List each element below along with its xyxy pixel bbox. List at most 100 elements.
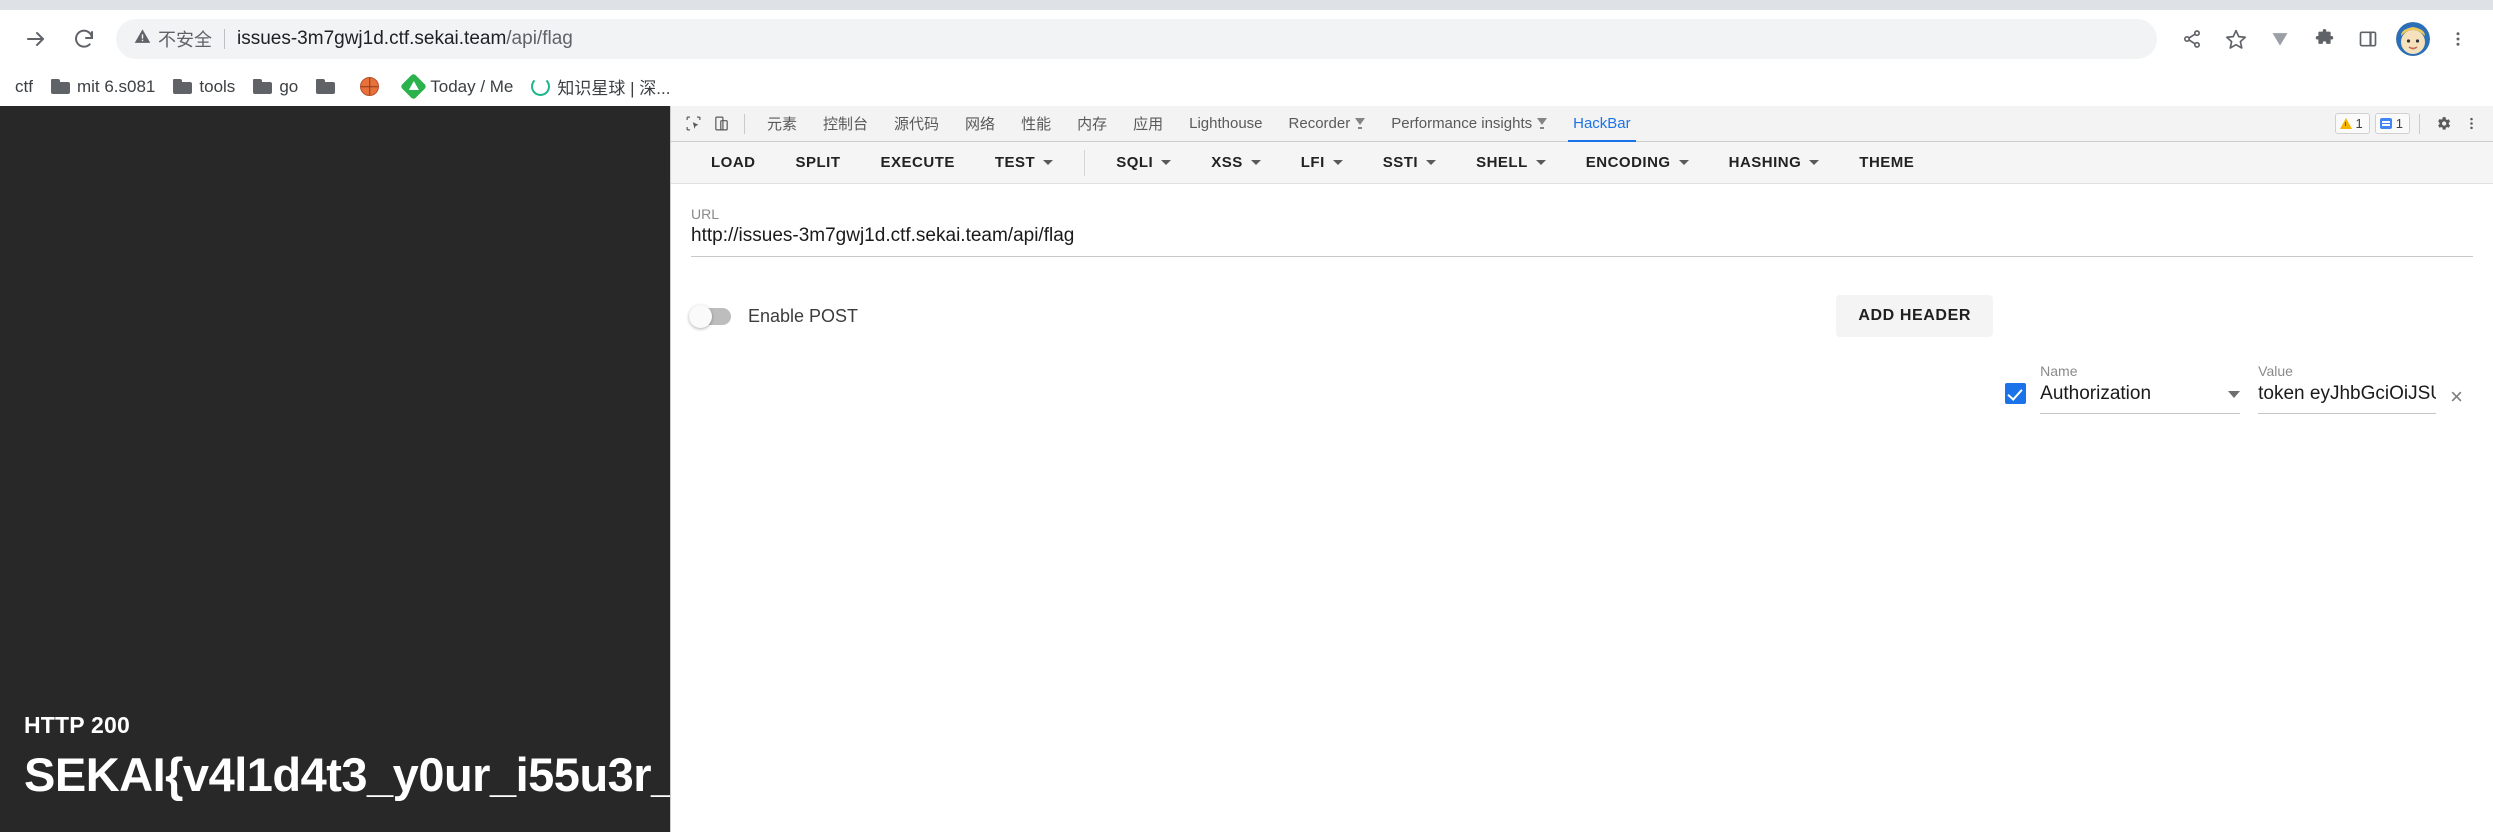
hackbar-execute-button[interactable]: EXECUTE (861, 146, 975, 180)
tab-network[interactable]: 网络 (952, 106, 1008, 142)
experimental-flask-icon (1537, 118, 1548, 129)
hackbar-test-menu[interactable]: TEST (975, 146, 1073, 180)
url-text: issues-3m7gwj1d.ctf.sekai.team/api/flag (237, 28, 573, 50)
side-panel-icon[interactable] (2347, 18, 2389, 60)
tab-performance-insights[interactable]: Performance insights (1378, 106, 1560, 142)
button-label: ENCODING (1585, 154, 1671, 171)
header-name-input[interactable]: Authorization (2040, 383, 2241, 414)
device-toolbar-icon[interactable] (707, 110, 735, 138)
button-label: SSTI (1382, 154, 1419, 171)
gear-icon[interactable] (2429, 110, 2457, 138)
devtools-toolbar-divider (744, 113, 745, 134)
tab-memory[interactable]: 内存 (1064, 106, 1120, 142)
chevron-down-icon (1809, 160, 1820, 165)
share-icon[interactable] (2171, 18, 2213, 60)
header-value-input[interactable]: token eyJhbGciOiJSUzI1NiIsInR (2258, 383, 2437, 414)
header-value-value: token eyJhbGciOiJSUzI1NiIsInR (2258, 383, 2436, 404)
hackbar-body: URL http://issues-3m7gwj1d.ctf.sekai.tea… (671, 184, 2493, 832)
bookmark-item-basketball[interactable] (351, 72, 395, 101)
hackbar-shell-menu[interactable]: SHELL (1456, 146, 1566, 180)
reload-icon[interactable] (62, 17, 106, 61)
message-count-badge[interactable]: 1 (2374, 113, 2410, 134)
folder-icon (173, 79, 193, 94)
zsxq-icon (531, 77, 551, 96)
chevron-down-icon[interactable] (2228, 390, 2241, 398)
main-split: HTTP 200 SEKAI{v4l1d4t3_y0ur_i55u3r_plz}… (0, 106, 2493, 832)
bookmark-star-icon[interactable] (2215, 18, 2257, 60)
hackbar-encoding-menu[interactable]: ENCODING (1566, 146, 1709, 180)
add-header-button[interactable]: ADD HEADER (1836, 295, 1993, 337)
tab-sources[interactable]: 源代码 (881, 106, 952, 142)
url-field-group: URL http://issues-3m7gwj1d.ctf.sekai.tea… (691, 206, 2473, 257)
http-status-text: HTTP 200 (24, 712, 130, 738)
site-security-indicator[interactable]: 不安全 (134, 26, 212, 52)
hackbar-load-button[interactable]: LOAD (691, 146, 776, 180)
tab-console[interactable]: 控制台 (810, 106, 881, 142)
tab-elements[interactable]: 元素 (754, 106, 810, 142)
tab-hackbar[interactable]: HackBar (1560, 106, 1644, 142)
tab-recorder[interactable]: Recorder (1276, 106, 1379, 142)
bookmark-folder-mit[interactable]: mit 6.s081 (42, 72, 164, 102)
warning-triangle-icon (134, 28, 151, 50)
url-input[interactable]: http://issues-3m7gwj1d.ctf.sekai.team/ap… (691, 225, 2473, 257)
hackbar-split-button[interactable]: SPLIT (776, 146, 861, 180)
chevron-down-icon (1250, 160, 1261, 165)
tab-label: 元素 (767, 116, 798, 133)
hackbar-xss-menu[interactable]: XSS (1191, 146, 1281, 180)
chevron-down-icon (1332, 160, 1343, 165)
vimium-extension-icon[interactable] (2259, 18, 2301, 60)
remove-header-icon[interactable]: × (2450, 386, 2463, 408)
button-label: THEME (1859, 154, 1915, 171)
bookmark-folder-unnamed[interactable] (307, 74, 351, 99)
feedly-icon (400, 73, 428, 100)
devtools-badge-divider (2419, 113, 2420, 134)
tab-label: HackBar (1573, 115, 1631, 132)
experimental-flask-icon (1355, 118, 1366, 129)
bookmark-item-today-me[interactable]: Today / Me (395, 72, 522, 102)
message-bubble-icon (2379, 118, 2392, 129)
button-label: SPLIT (795, 154, 841, 171)
page-viewport: HTTP 200 SEKAI{v4l1d4t3_y0ur_i55u3r_plz} (0, 106, 670, 832)
button-label: SHELL (1476, 154, 1528, 171)
hackbar-lfi-menu[interactable]: LFI (1281, 146, 1363, 180)
avatar[interactable] (2396, 22, 2430, 56)
header-enabled-checkbox[interactable] (2005, 383, 2027, 404)
chevron-down-icon (1161, 160, 1172, 165)
tab-label: 应用 (1133, 116, 1164, 133)
bookmark-item-zsxq[interactable]: 知识星球 | 深... (522, 69, 679, 104)
chrome-menu-icon[interactable] (2437, 18, 2479, 60)
header-value-field: Value token eyJhbGciOiJSUzI1NiIsInR (2258, 363, 2437, 414)
button-label: XSS (1211, 154, 1243, 171)
bookmark-folder-tools[interactable]: tools (164, 72, 244, 102)
bookmark-item-ctf[interactable]: ctf (6, 72, 42, 102)
bookmark-folder-go[interactable]: go (244, 72, 307, 102)
address-bar[interactable]: 不安全 issues-3m7gwj1d.ctf.sekai.team/api/f… (116, 19, 2157, 59)
security-label: 不安全 (158, 30, 212, 50)
tab-lighthouse[interactable]: Lighthouse (1176, 106, 1275, 142)
inspect-element-icon[interactable] (679, 110, 707, 138)
chevron-down-icon (1043, 160, 1054, 165)
tab-application[interactable]: 应用 (1120, 106, 1176, 142)
tab-label: 性能 (1021, 116, 1052, 133)
tab-label: 网络 (965, 116, 996, 133)
tab-label: Lighthouse (1189, 115, 1263, 132)
hackbar-hashing-menu[interactable]: HASHING (1709, 146, 1840, 180)
bookmarks-bar: ctf mit 6.s081 tools go Today / Me 知识星球 … (0, 68, 2493, 106)
chevron-down-icon (1426, 160, 1437, 165)
browser-action-buttons (2171, 18, 2479, 60)
warning-count-badge[interactable]: 1 (2334, 113, 2370, 134)
hackbar-ssti-menu[interactable]: SSTI (1363, 146, 1456, 180)
hackbar-theme-button[interactable]: THEME (1839, 146, 1934, 180)
url-path: /api/flag (506, 28, 573, 49)
bookmark-label: go (279, 76, 299, 96)
bookmark-label: ctf (15, 76, 33, 96)
basketball-icon (360, 77, 380, 96)
header-name-field: Name Authorization (2040, 363, 2241, 414)
kebab-menu-icon[interactable] (2457, 110, 2485, 138)
forward-icon[interactable] (14, 17, 58, 61)
bookmark-label: 知识星球 | 深... (557, 79, 671, 98)
enable-post-toggle[interactable] (689, 304, 731, 328)
tab-performance[interactable]: 性能 (1008, 106, 1064, 142)
extensions-puzzle-icon[interactable] (2303, 18, 2345, 60)
hackbar-sqli-menu[interactable]: SQLI (1096, 146, 1191, 180)
